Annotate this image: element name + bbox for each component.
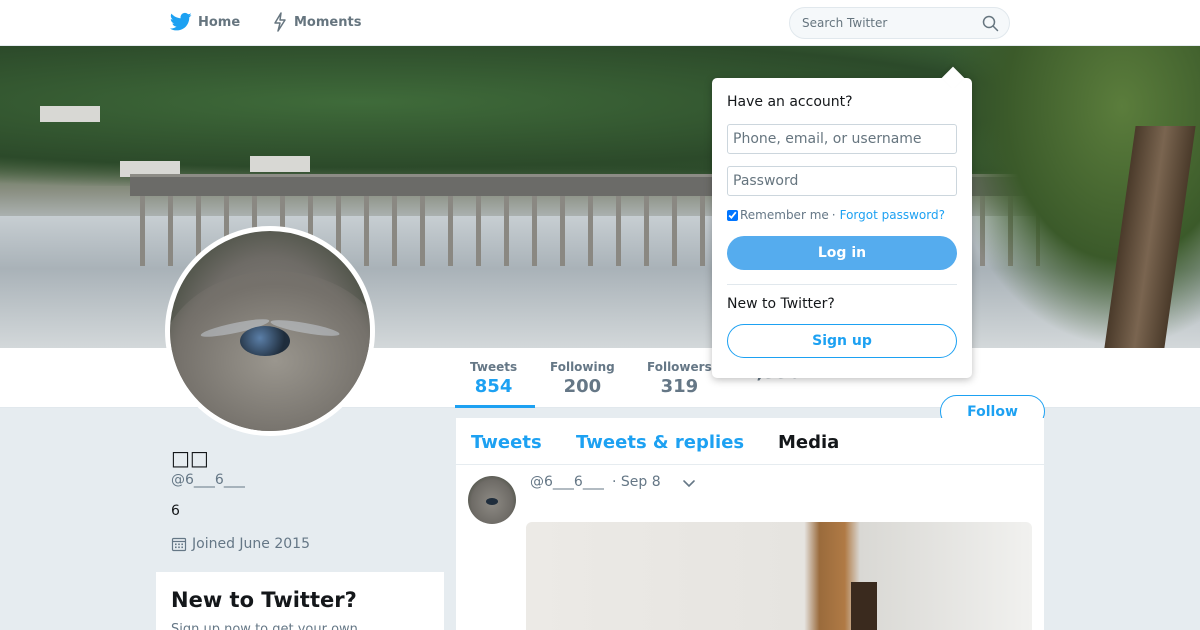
signup-button[interactable]: Sign up xyxy=(727,324,957,358)
joined-text: Joined June 2015 xyxy=(192,536,310,552)
banner-house xyxy=(40,106,100,122)
tweet-avatar[interactable] xyxy=(468,476,516,524)
stat-label: Tweets xyxy=(470,360,518,374)
login-header: Have an account? xyxy=(727,94,853,110)
login-dropdown: Have an account? Remember me · Forgot pa… xyxy=(712,66,972,378)
remember-label: Remember me xyxy=(740,208,829,222)
media-door-shadow xyxy=(851,582,877,630)
profile-bio: 6 xyxy=(171,503,180,519)
remember-separator: · xyxy=(831,208,836,222)
timeline-tabs: Tweets Tweets & replies Media xyxy=(456,418,1044,465)
search-input[interactable] xyxy=(802,16,972,30)
new-card-text: Sign up now to get your own xyxy=(171,622,358,630)
stat-value: 854 xyxy=(474,376,513,397)
chevron-down-icon[interactable] xyxy=(682,476,696,490)
calendar-icon xyxy=(171,537,187,552)
new-to-twitter-card: New to Twitter? Sign up now to get your … xyxy=(156,572,444,630)
tweet-handle[interactable]: @6___6___ xyxy=(530,474,604,490)
remember-checkbox[interactable] xyxy=(727,209,738,221)
top-navbar: Home Moments xyxy=(0,0,1200,46)
new-to-twitter-header: New to Twitter? xyxy=(727,296,835,312)
forgot-password-link[interactable]: Forgot password? xyxy=(840,208,945,222)
new-card-title: New to Twitter? xyxy=(171,588,357,612)
username-field[interactable] xyxy=(727,124,957,154)
password-field[interactable] xyxy=(727,166,957,196)
stat-label: Followers xyxy=(647,360,712,374)
nav-moments[interactable]: Moments xyxy=(272,12,361,32)
timeline: Tweets Tweets & replies Media @6___6___ … xyxy=(456,418,1044,630)
banner-house xyxy=(250,156,310,172)
twitter-bird-icon xyxy=(170,12,192,31)
profile-avatar[interactable] xyxy=(165,226,375,436)
stat-followers[interactable]: Followers 319 xyxy=(647,360,712,397)
active-stat-underline xyxy=(455,405,535,408)
nav-home[interactable]: Home xyxy=(170,12,240,32)
search-box[interactable] xyxy=(789,7,1010,39)
avatar-dragonfly xyxy=(240,326,290,356)
remember-row: Remember me · Forgot password? xyxy=(727,208,945,222)
stat-value: 319 xyxy=(660,376,699,397)
lightning-icon xyxy=(274,12,286,32)
tab-media[interactable]: Media xyxy=(778,432,839,453)
tweet-date[interactable]: · Sep 8 xyxy=(612,474,661,490)
stat-value: 200 xyxy=(563,376,602,397)
login-button[interactable]: Log in xyxy=(727,236,957,270)
tab-tweets[interactable]: Tweets xyxy=(471,432,542,453)
nav-moments-label: Moments xyxy=(294,14,362,30)
stat-label: Following xyxy=(550,360,615,374)
tweet-avatar-dragonfly xyxy=(486,498,498,505)
profile-name: □□ xyxy=(171,446,209,470)
login-divider xyxy=(727,284,957,285)
profile-handle[interactable]: @6___6___ xyxy=(171,472,245,488)
stat-following[interactable]: Following 200 xyxy=(550,360,615,397)
stat-tweets[interactable]: Tweets 854 xyxy=(470,360,517,397)
tweet-media-image[interactable] xyxy=(526,522,1032,630)
nav-home-label: Home xyxy=(198,14,241,30)
tab-tweets-replies[interactable]: Tweets & replies xyxy=(576,432,744,453)
profile-joined: Joined June 2015 xyxy=(171,536,310,552)
search-icon[interactable] xyxy=(982,15,999,32)
